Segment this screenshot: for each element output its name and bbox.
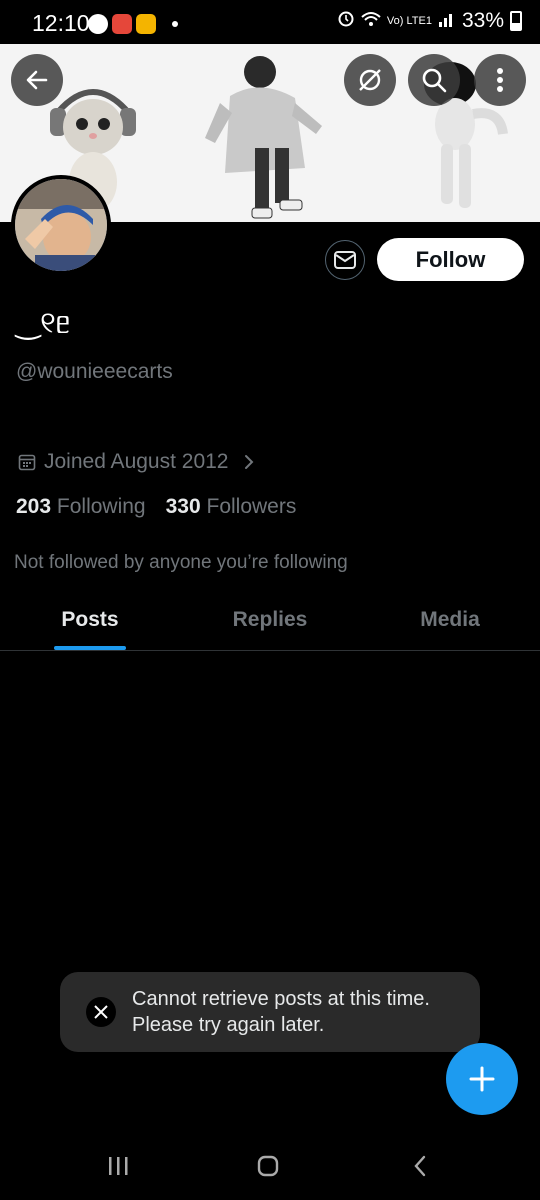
plus-icon (469, 1066, 495, 1092)
calendar-icon (18, 454, 36, 471)
compose-post-button[interactable] (446, 1043, 518, 1115)
toast-message: Cannot retrieve posts at this time. Plea… (132, 988, 430, 1036)
battery-percent: 33% (461, 9, 504, 32)
tab-replies[interactable]: Replies (180, 590, 360, 650)
follow-stats: 203 Following 330 Followers (16, 495, 296, 519)
tab-posts[interactable]: Posts (0, 590, 180, 650)
search-button[interactable] (408, 54, 460, 106)
system-back-button[interactable] (400, 1150, 440, 1182)
avatar-image (15, 179, 107, 271)
more-options-button[interactable] (474, 54, 526, 106)
profile-avatar[interactable] (11, 175, 111, 275)
signal-icon (438, 9, 456, 33)
message-button[interactable] (325, 240, 365, 280)
app-icon (112, 14, 132, 34)
more-notifications-dot (172, 21, 178, 27)
back-arrow-icon (26, 70, 48, 90)
not-followed-text: Not followed by anyone you’re following (14, 552, 348, 573)
profile-tabs: Posts Replies Media (0, 590, 540, 651)
followers-count: 330 (165, 495, 201, 518)
back-button[interactable] (11, 54, 63, 106)
active-tab-indicator (54, 646, 126, 650)
tab-label: Media (420, 608, 480, 631)
alarm-icon (337, 9, 355, 33)
wifi-icon (361, 9, 381, 33)
chevron-right-icon (244, 455, 253, 469)
display-name: ‿୧ᥱ (16, 307, 71, 340)
battery-icon (510, 11, 522, 31)
tab-media[interactable]: Media (360, 590, 540, 650)
envelope-icon (334, 251, 356, 269)
joined-date[interactable]: Joined August 2012 (18, 450, 255, 474)
followers-label: Followers (206, 495, 297, 518)
network-label: Vo) LTE1 (386, 14, 432, 27)
follow-button[interactable]: Follow (377, 238, 524, 281)
status-bar: 12:10 Vo) LTE1 33% (0, 0, 540, 44)
grok-icon (359, 69, 381, 91)
grok-button[interactable] (344, 54, 396, 106)
following-count: 203 (16, 495, 52, 518)
status-right: Vo) LTE1 33% (337, 9, 522, 33)
home-icon (257, 1155, 279, 1177)
notification-icons (88, 14, 178, 34)
recent-apps-button[interactable] (98, 1150, 138, 1182)
following-label: Following (56, 495, 146, 518)
search-icon (422, 68, 447, 93)
messenger-icon (88, 14, 108, 34)
user-handle: @wounieeecarts (16, 360, 173, 383)
joined-text: Joined August 2012 (44, 450, 229, 473)
following-link[interactable]: 203 Following (16, 495, 146, 519)
more-vertical-icon (497, 68, 503, 92)
back-chevron-icon (414, 1155, 426, 1177)
app-icon (136, 14, 156, 34)
followers-link[interactable]: 330 Followers (166, 495, 297, 519)
error-toast: Cannot retrieve posts at this time. Plea… (60, 972, 480, 1052)
system-navigation-bar (0, 1132, 540, 1200)
recent-apps-icon (109, 1157, 128, 1175)
person-illustration (205, 56, 322, 219)
tab-label: Replies (232, 608, 308, 631)
tab-label: Posts (61, 608, 119, 631)
x-logo-icon (86, 997, 116, 1027)
status-time: 12:10 (32, 10, 90, 36)
home-button[interactable] (248, 1150, 288, 1182)
